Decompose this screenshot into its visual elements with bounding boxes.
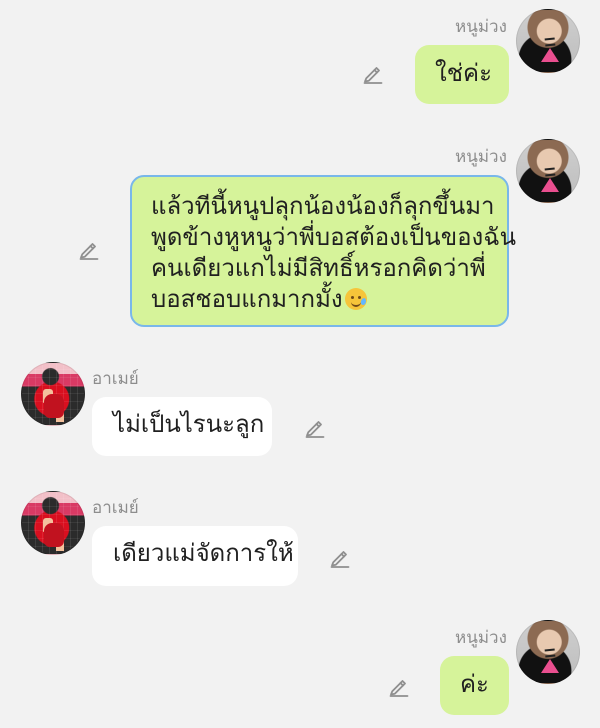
pencil-icon-svg	[79, 243, 99, 260]
avatar[interactable]	[516, 9, 580, 73]
pencil-icon[interactable]	[387, 675, 411, 699]
avatar[interactable]	[516, 139, 580, 203]
sender-name: อาเมย์	[92, 498, 139, 518]
pencil-icon-svg	[363, 67, 383, 84]
avatar[interactable]	[21, 491, 85, 555]
message-line-last: บอสชอบแกมากมั้ง	[151, 284, 507, 315]
message-bubble[interactable]: ค่ะ	[440, 656, 509, 715]
pencil-icon-svg	[389, 680, 409, 697]
pencil-icon-svg	[330, 551, 350, 568]
pencil-icon[interactable]	[328, 546, 352, 570]
pencil-icon[interactable]	[303, 416, 327, 440]
pencil-icon[interactable]	[77, 238, 101, 262]
message-bubble[interactable]: ใช่ค่ะ	[415, 45, 509, 104]
sender-name: หนูม่วง	[455, 17, 507, 37]
message-text: เดียวแม่จัดการให้	[113, 539, 294, 567]
message-line: คนเดียวแกไม่มีสิทธิ์หรอกคิดว่าพี่	[151, 254, 486, 282]
message-bubble[interactable]: เดียวแม่จัดการให้	[92, 526, 298, 586]
message-text: ค่ะ	[460, 670, 489, 698]
smiling-face-with-tear-emoji	[344, 288, 367, 310]
sender-name: หนูม่วง	[455, 628, 507, 648]
message-bubble[interactable]: แล้วทีนี้หนูปลุกน้องน้องก็ลุกขึ้นมา พูดข…	[130, 175, 516, 327]
message-line: แล้วทีนี้หนูปลุกน้องน้องก็ลุกขึ้นมา	[151, 192, 495, 220]
pencil-icon-svg	[305, 421, 325, 438]
message-line: พูดข้างหูหนูว่าพี่บอสต้องเป็นของฉัน	[151, 223, 516, 251]
message-text: ไม่เป็นไรนะลูก	[113, 410, 265, 438]
avatar[interactable]	[21, 362, 85, 426]
chat-thread: หนูม่วง ใช่ค่ะ หนูม่วง แล้วทีนี้หนูปลุกน…	[0, 0, 600, 728]
message-line: บอสชอบแกมากมั้ง	[151, 285, 343, 313]
sender-name: หนูม่วง	[455, 147, 507, 167]
message-text: ใช่ค่ะ	[435, 59, 492, 87]
pencil-icon[interactable]	[361, 62, 385, 86]
avatar[interactable]	[516, 620, 580, 684]
tear-icon	[359, 297, 367, 306]
message-bubble[interactable]: ไม่เป็นไรนะลูก	[92, 397, 272, 456]
sender-name: อาเมย์	[92, 369, 139, 389]
